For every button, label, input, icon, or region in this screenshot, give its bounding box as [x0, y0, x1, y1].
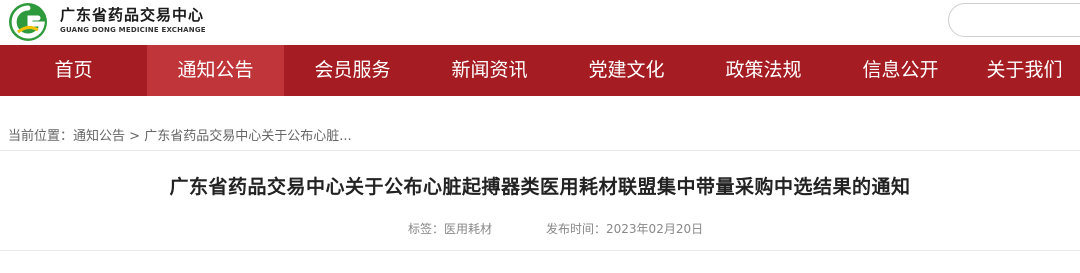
breadcrumb: 当前位置：通知公告 > 广东省药品交易中心关于公布心脏... [8, 125, 352, 144]
article-title: 广东省药品交易中心关于公布心脏起搏器类医用耗材联盟集中带量采购中选结果的通知 [169, 176, 911, 198]
date-label: 发布时间： [546, 222, 607, 236]
article-date: 发布时间：2023年02月20日 [546, 220, 703, 237]
nav-item-about[interactable]: 关于我们 [969, 45, 1080, 96]
breadcrumb-separator: > [125, 129, 145, 144]
nav-item-home[interactable]: 首页 [0, 45, 147, 96]
tag-label: 标签： [408, 222, 445, 236]
nav-item-policies[interactable]: 政策法规 [695, 45, 832, 96]
breadcrumb-prefix: 当前位置： [8, 129, 74, 144]
brand-name-chinese[interactable]: 广东省药品交易中心 [60, 4, 204, 25]
site-logo-icon[interactable] [8, 2, 48, 42]
divider [0, 150, 1080, 151]
tag-value[interactable]: 医用耗材 [444, 222, 492, 236]
brand-name-english[interactable]: GUANG DONG MEDICINE EXCHANGE [60, 26, 206, 34]
article-tag: 标签：医用耗材 [408, 220, 492, 237]
nav-item-news[interactable]: 新闻资讯 [421, 45, 558, 96]
nav-item-disclosure[interactable]: 信息公开 [832, 45, 969, 96]
nav-item-party-culture[interactable]: 党建文化 [558, 45, 695, 96]
nav-item-member-services[interactable]: 会员服务 [284, 45, 421, 96]
date-value: 2023年02月20日 [606, 222, 704, 236]
site-header: 广东省药品交易中心 GUANG DONG MEDICINE EXCHANGE [0, 0, 1080, 45]
main-nav: 首页 通知公告 会员服务 新闻资讯 党建文化 政策法规 信息公开 关于我们 [0, 45, 1080, 96]
breadcrumb-link-notices[interactable]: 通知公告 [73, 129, 125, 144]
nav-item-notices[interactable]: 通知公告 [147, 45, 284, 96]
search-input[interactable] [948, 3, 1080, 37]
breadcrumb-current[interactable]: 广东省药品交易中心关于公布心脏... [144, 129, 351, 144]
divider [0, 250, 1080, 251]
